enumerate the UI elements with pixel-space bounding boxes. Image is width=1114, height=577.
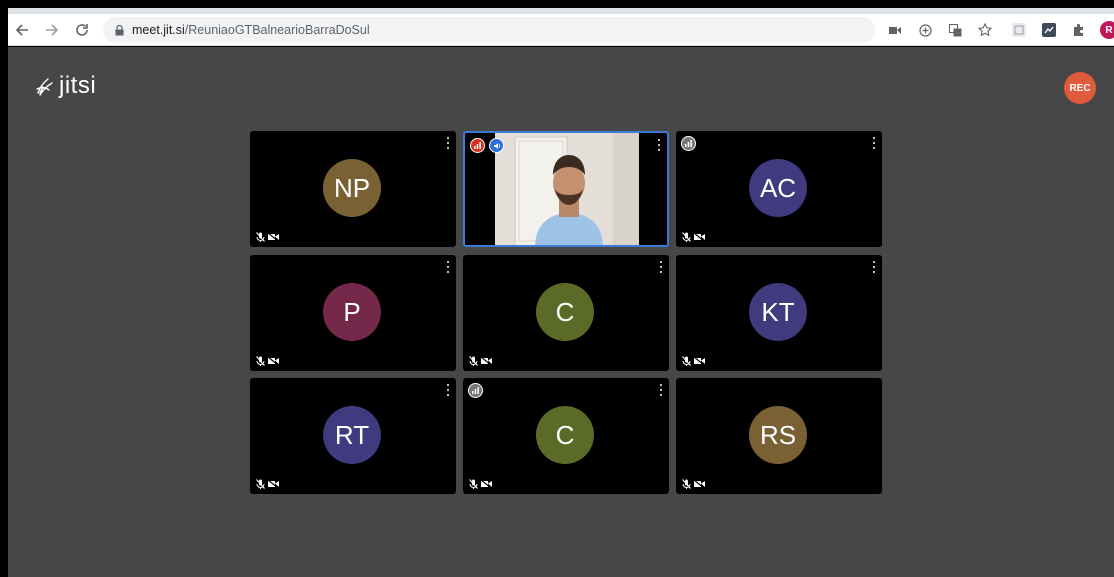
more-options-icon[interactable] [659,261,663,273]
status-icons [682,356,705,366]
mic-muted-icon [469,479,478,489]
camera-off-icon [481,480,492,488]
install-icon[interactable] [916,21,934,39]
status-icons [682,232,705,242]
participant-tile[interactable]: AC [676,131,882,247]
more-options-icon[interactable] [446,261,450,273]
forward-arrow-icon[interactable] [40,18,64,42]
participant-tile[interactable]: NP [250,131,456,247]
more-options-icon[interactable] [657,139,661,151]
participant-tile-active[interactable] [463,131,669,247]
back-arrow-icon[interactable] [10,18,34,42]
avatar: NP [323,159,381,217]
avatar: C [536,406,594,464]
jitsi-logo-icon [36,78,53,96]
reload-icon[interactable] [70,18,94,42]
status-icons [256,356,279,366]
meeting-stage: jitsi REC NP AC P C KT RT C RS [8,47,1114,577]
status-icons [256,479,279,489]
more-options-icon[interactable] [446,137,450,149]
camera-off-icon [268,357,279,365]
dominant-speaker-icon [489,138,504,153]
avatar: C [536,283,594,341]
browser-toolbar: meet.jit.si/ReuniaoGTBalnearioBarraDoSul [8,14,1114,46]
mic-muted-icon [256,479,265,489]
more-options-icon[interactable] [872,261,876,273]
camera-off-icon [268,233,279,241]
url-host: meet.jit.si [132,23,185,37]
camera-off-icon [481,357,492,365]
extension-bar: R [880,14,1114,46]
camera-off-icon [268,480,279,488]
star-icon[interactable] [976,21,994,39]
avatar: RS [749,406,807,464]
translate-icon[interactable] [946,21,964,39]
lock-icon[interactable] [115,24,124,36]
avatar: KT [749,283,807,341]
avatar: AC [749,159,807,217]
avatar: RT [323,406,381,464]
status-icons [469,356,492,366]
participant-tile[interactable]: C [463,255,669,371]
more-options-icon[interactable] [872,137,876,149]
url-path: /ReuniaoGTBalnearioBarraDoSul [184,23,370,37]
connection-indicator-icon[interactable] [468,383,483,398]
participant-tile[interactable]: RT [250,378,456,494]
status-icons [256,232,279,242]
logo-text: jitsi [59,72,97,99]
camera-off-icon [694,480,705,488]
extension-icon[interactable] [1010,21,1028,39]
avatar: P [323,283,381,341]
mic-muted-icon [256,356,265,366]
more-options-icon[interactable] [446,384,450,396]
mic-muted-icon [256,232,265,242]
mic-muted-icon [469,356,478,366]
address-bar[interactable]: meet.jit.si/ReuniaoGTBalnearioBarraDoSul [103,17,875,43]
screenshot-icon[interactable] [1040,21,1058,39]
mic-muted-icon [682,479,691,489]
connection-indicator-icon[interactable] [470,138,485,153]
profile-avatar[interactable]: R [1100,21,1114,39]
mic-muted-icon [682,356,691,366]
participant-tile[interactable]: KT [676,255,882,371]
participant-tile[interactable]: RS [676,378,882,494]
mic-muted-icon [682,232,691,242]
participant-video [495,133,639,245]
recording-badge[interactable]: REC [1064,72,1096,104]
status-icons [682,479,705,489]
browser-window: meet.jit.si/ReuniaoGTBalnearioBarraDoSul [0,0,1114,577]
camera-icon[interactable] [886,21,904,39]
camera-off-icon [694,233,705,241]
participant-tile[interactable]: P [250,255,456,371]
jitsi-logo[interactable]: jitsi [34,72,96,100]
connection-indicator-icon[interactable] [681,136,696,151]
camera-off-icon [694,357,705,365]
puzzle-icon[interactable] [1070,21,1088,39]
participant-tile[interactable]: C [463,378,669,494]
status-icons [469,479,492,489]
more-options-icon[interactable] [659,384,663,396]
